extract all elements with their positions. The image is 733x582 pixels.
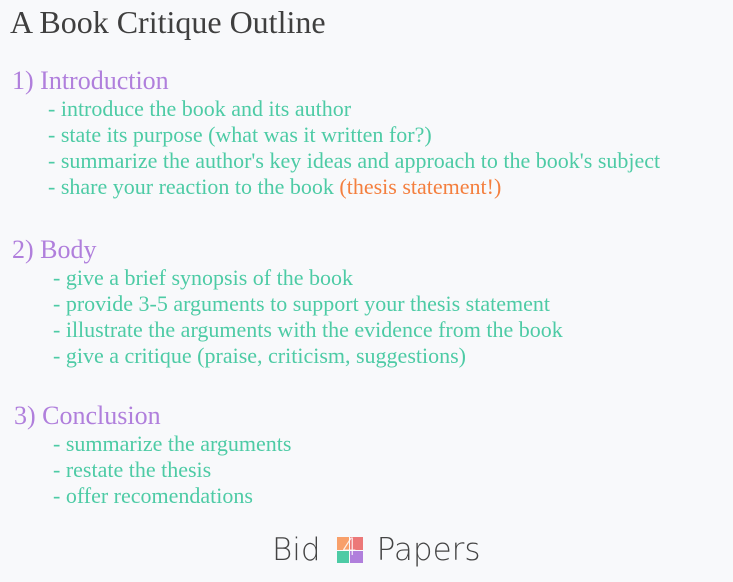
- list-item: - restate the thesis: [53, 457, 212, 482]
- section-heading: 1) Introduction: [12, 66, 169, 95]
- logo-four-glyph: 4: [341, 533, 358, 561]
- list-item: - provide 3-5 arguments to support your …: [53, 291, 550, 316]
- list-item: - state its purpose (what was it written…: [48, 122, 432, 147]
- list-item: - give a critique (praise, criticism, su…: [53, 343, 466, 368]
- list-item: - offer recomendations: [53, 483, 253, 508]
- list-item: - introduce the book and its author: [48, 96, 352, 121]
- section-body: 2) Body - give a brief synopsis of the b…: [12, 235, 563, 369]
- section-heading: 3) Conclusion: [14, 401, 161, 430]
- page-title: A Book Critique Outline: [10, 4, 326, 40]
- section-heading: 2) Body: [12, 235, 97, 264]
- bid4papers-logo: Bid 4 Papers: [272, 532, 481, 568]
- logo-text-right: Papers: [376, 532, 481, 568]
- list-item: - summarize the author's key ideas and a…: [48, 148, 661, 173]
- thesis-highlight: (thesis statement!): [339, 174, 502, 199]
- list-item-text: - share your reaction to the book: [48, 174, 340, 199]
- list-item: - summarize the arguments: [53, 431, 292, 456]
- list-item: - give a brief synopsis of the book: [53, 265, 353, 290]
- logo-text-left: Bid: [272, 532, 321, 568]
- logo-mark-icon: 4: [336, 533, 363, 563]
- list-item: - share your reaction to the book (thesi…: [12, 174, 660, 200]
- section-introduction: 1) Introduction - introduce the book and…: [12, 66, 660, 200]
- list-item: - illustrate the arguments with the evid…: [53, 317, 563, 342]
- section-conclusion: 3) Conclusion - summarize the arguments …: [14, 401, 291, 509]
